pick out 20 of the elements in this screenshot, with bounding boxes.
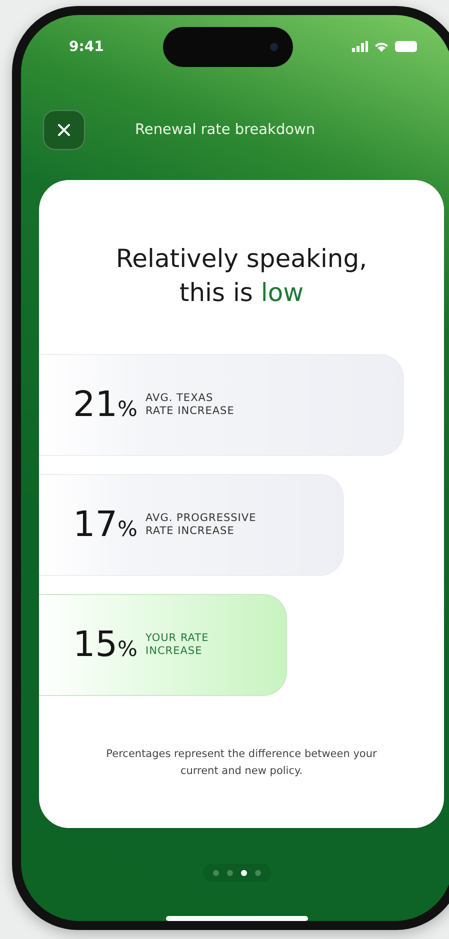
footnote-text: Percentages represent the difference between your current and new policy. <box>105 746 378 780</box>
page-dot[interactable] <box>213 870 219 876</box>
close-button[interactable] <box>43 110 85 150</box>
wifi-icon <box>374 41 389 52</box>
battery-icon <box>394 41 417 52</box>
page-dot[interactable] <box>241 870 247 876</box>
close-icon <box>58 124 70 136</box>
signal-icon <box>352 41 368 52</box>
card-heading: Relatively speaking, this is low <box>114 243 368 309</box>
screen-title: Renewal rate breakdown <box>135 122 316 138</box>
rate-value: 15% <box>73 624 138 664</box>
page-dot[interactable] <box>255 870 261 876</box>
rate-value: 21% <box>73 384 138 424</box>
status-time: 9:41 <box>69 38 104 54</box>
camera-icon <box>268 42 279 52</box>
rate-label: AVG. TEXAS RATE INCREASE <box>146 392 234 417</box>
page-dot[interactable] <box>227 870 233 876</box>
rate-label: AVG. PROGRESSIVE RATE INCREASE <box>146 512 256 537</box>
rate-label: YOUR RATE INCREASE <box>146 632 209 657</box>
rate-value: 17% <box>73 504 138 544</box>
